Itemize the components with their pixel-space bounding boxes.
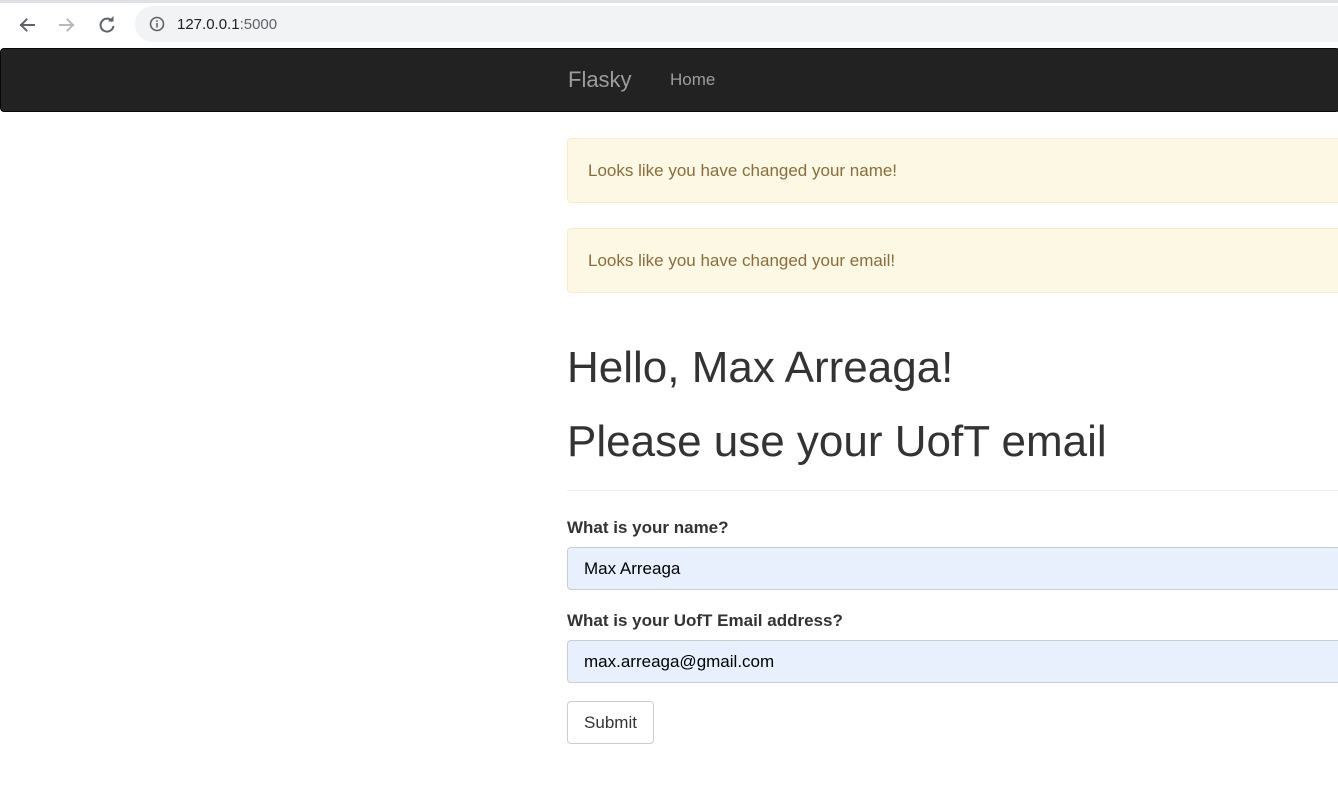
reload-button[interactable] (91, 9, 123, 41)
subheading: Please use your UofT email (567, 417, 1107, 466)
reload-icon (99, 16, 115, 33)
info-icon[interactable] (149, 16, 165, 32)
name-field[interactable] (567, 547, 1338, 590)
arrow-left-icon (19, 18, 35, 32)
flash-alert-name: Looks like you have changed your name! (567, 138, 1338, 203)
header-divider (567, 490, 1338, 491)
flash-alert-email: Looks like you have changed your email! (567, 228, 1338, 293)
email-label: What is your UofT Email address? (567, 611, 843, 630)
url-port: :5000 (239, 15, 278, 33)
greeting-heading: Hello, Max Arreaga! (567, 343, 954, 392)
top-navbar: Flasky Home (0, 48, 1338, 112)
navbar-brand[interactable]: Flasky (568, 67, 632, 93)
arrow-right-icon (59, 18, 75, 32)
back-button[interactable] (11, 9, 43, 41)
alert-text: Looks like you have changed your name! (588, 160, 898, 180)
address-bar[interactable]: 127.0.0.1:5000 (135, 6, 1338, 42)
forward-button[interactable] (51, 9, 83, 41)
submit-button[interactable]: Submit (567, 701, 654, 744)
name-label: What is your name? (567, 518, 729, 537)
url-host: 127.0.0.1 (177, 15, 240, 33)
browser-toolbar: 127.0.0.1:5000 (0, 3, 1338, 48)
nav-link-home[interactable]: Home (670, 70, 715, 90)
email-field[interactable] (567, 640, 1338, 683)
alert-text: Looks like you have changed your email! (588, 250, 896, 270)
